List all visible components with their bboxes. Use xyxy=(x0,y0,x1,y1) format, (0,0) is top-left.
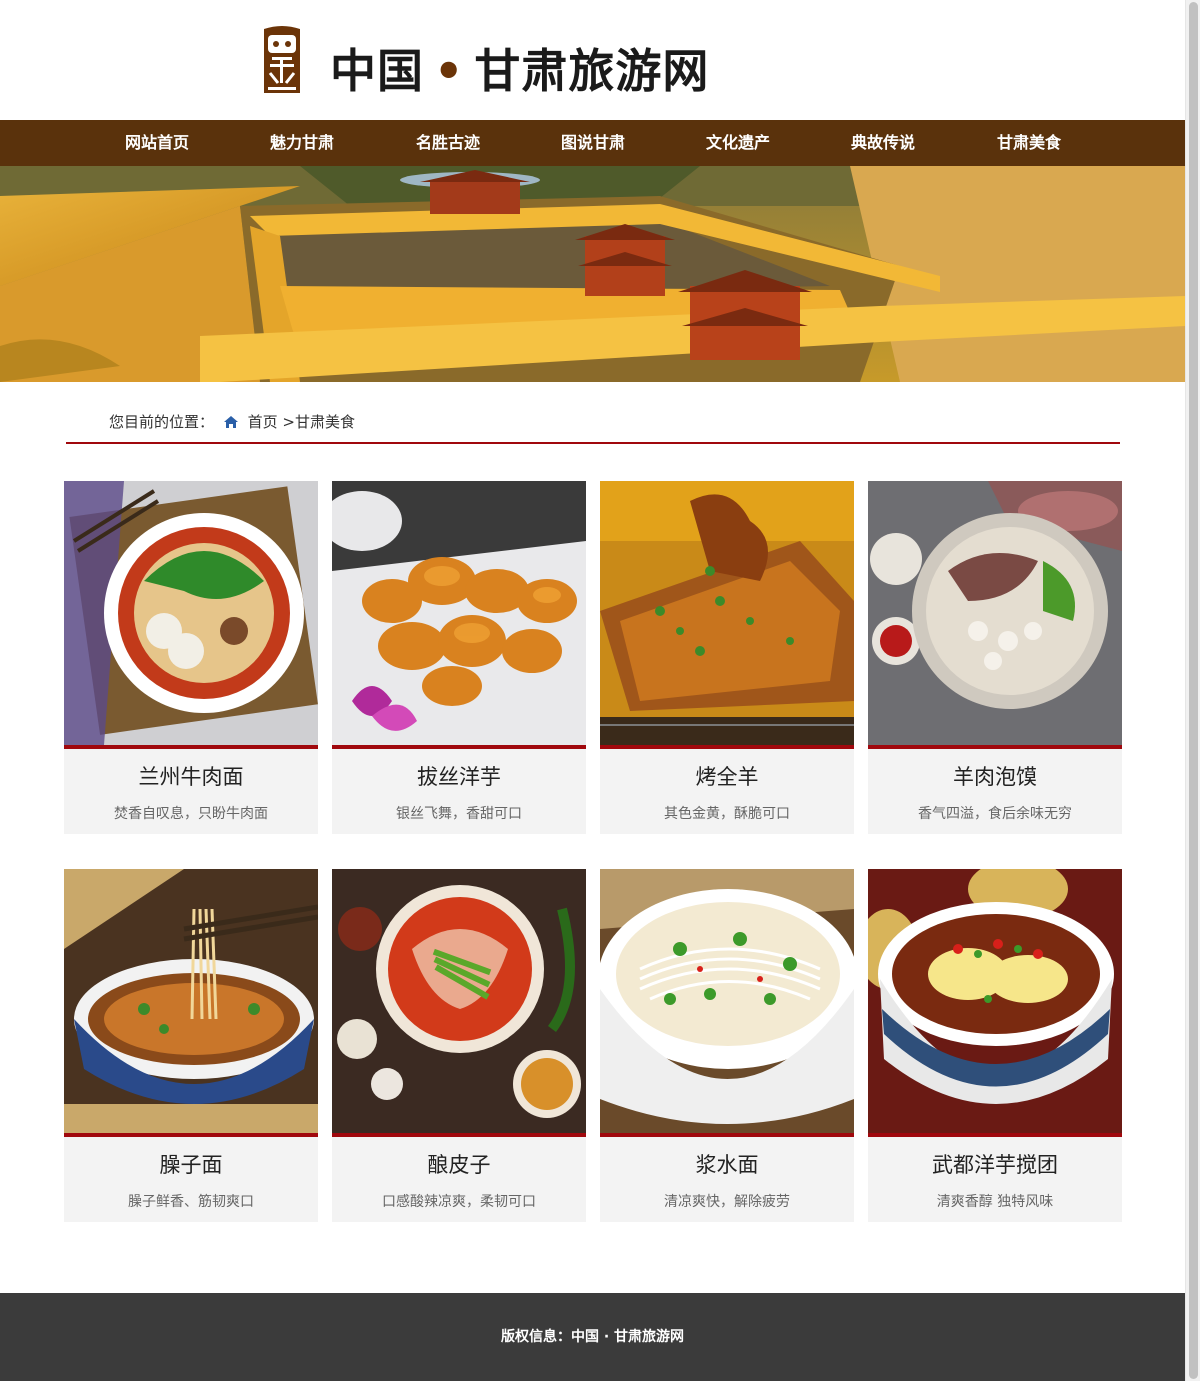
nav-item-home[interactable]: 网站首页 xyxy=(125,120,189,166)
food-name: 烤全羊 xyxy=(695,765,759,789)
breadcrumb-prefix: 您目前的位置： xyxy=(109,413,215,431)
potato-jiaotuan-image xyxy=(868,869,1122,1133)
nav-item-food[interactable]: 甘肃美食 xyxy=(997,120,1061,166)
food-desc: 其色金黄，酥脆可口 xyxy=(664,806,790,822)
vertical-scrollbar[interactable] xyxy=(1185,0,1200,1381)
food-photo-beef-noodle xyxy=(64,481,318,745)
food-card-jiangshui-noodle[interactable]: 浆水面 清凉爽快，解除疲劳 xyxy=(600,869,854,1222)
food-card-wudu-potato-jiaotuan[interactable]: 武都洋芋搅团 清爽香醇 独特风味 xyxy=(868,869,1122,1222)
card-accent-line xyxy=(332,745,586,749)
food-card-beef-noodle[interactable]: 兰州牛肉面 焚香自叹息，只盼牛肉面 xyxy=(64,481,318,834)
site-logo-icon[interactable] xyxy=(258,25,306,97)
food-name: 浆水面 xyxy=(695,1153,759,1177)
roast-lamb-image xyxy=(600,481,854,745)
site-title-left: 中国 xyxy=(330,44,424,98)
food-photo-candied-potato xyxy=(332,481,586,745)
food-card-candied-potato[interactable]: 拔丝洋芋 银丝飞舞，香甜可口 xyxy=(332,481,586,834)
page: 中国 • 甘肃旅游网 网站首页 魅力甘肃 名胜古迹 图说甘肃 文化遗产 典故传说 甘… xyxy=(0,0,1185,1381)
food-card-mutton-pao-mo[interactable]: 羊肉泡馍 香气四溢，食后余味无穷 xyxy=(868,481,1122,834)
food-desc: 清爽香醇 独特风味 xyxy=(936,1194,1054,1210)
food-photo-niangpizi xyxy=(332,869,586,1133)
breadcrumb: 您目前的位置： 首页 >甘肃美食 xyxy=(109,411,355,433)
food-photo-roast-lamb xyxy=(600,481,854,745)
home-icon xyxy=(223,416,238,428)
food-desc: 焚香自叹息，只盼牛肉面 xyxy=(114,806,268,822)
card-accent-line xyxy=(64,745,318,749)
food-name: 羊肉泡馍 xyxy=(953,765,1037,789)
site-title-dot: • xyxy=(434,44,465,98)
food-card-niangpizi[interactable]: 酿皮子 口感酸辣凉爽，柔韧可口 xyxy=(332,869,586,1222)
breadcrumb-current[interactable]: 甘肃美食 xyxy=(295,413,355,431)
candied-potato-image xyxy=(332,481,586,745)
site-header: 中国 • 甘肃旅游网 xyxy=(0,0,1185,120)
breadcrumb-home-link[interactable]: 首页 xyxy=(248,413,278,431)
food-photo-jiangshui-noodle xyxy=(600,869,854,1133)
food-desc: 口感酸辣凉爽，柔韧可口 xyxy=(382,1194,536,1210)
niangpizi-image xyxy=(332,869,586,1133)
breadcrumb-divider xyxy=(66,442,1120,444)
main-nav: 网站首页 魅力甘肃 名胜古迹 图说甘肃 文化遗产 典故传说 甘肃美食 xyxy=(0,120,1185,166)
card-accent-line xyxy=(868,1133,1122,1137)
jiangshui-noodle-image xyxy=(600,869,854,1133)
copyright-text: 版权信息：中国 · 甘肃旅游网 xyxy=(500,1329,685,1345)
beef-noodle-image xyxy=(64,481,318,745)
food-card-roast-lamb[interactable]: 烤全羊 其色金黄，酥脆可口 xyxy=(600,481,854,834)
food-card-saozi-noodle[interactable]: 臊子面 臊子鲜香、筋韧爽口 xyxy=(64,869,318,1222)
nav-item-charm[interactable]: 魅力甘肃 xyxy=(270,120,334,166)
card-accent-line xyxy=(868,745,1122,749)
site-title: 中国 • 甘肃旅游网 xyxy=(330,40,709,102)
nav-item-heritage[interactable]: 文化遗产 xyxy=(706,120,770,166)
food-desc: 臊子鲜香、筋韧爽口 xyxy=(128,1194,254,1210)
card-accent-line xyxy=(64,1133,318,1137)
food-name: 拔丝洋芋 xyxy=(417,765,501,789)
banner-image xyxy=(0,166,1185,382)
nav-item-scenic[interactable]: 名胜古迹 xyxy=(416,120,480,166)
food-name: 兰州牛肉面 xyxy=(138,765,244,789)
scrollbar-thumb[interactable] xyxy=(1189,2,1198,1379)
food-name: 臊子面 xyxy=(159,1153,223,1177)
food-name: 武都洋芋搅团 xyxy=(932,1153,1058,1177)
breadcrumb-separator: > xyxy=(282,413,295,431)
jiayuguan-fortress-illustration xyxy=(0,166,1185,382)
nav-item-legends[interactable]: 典故传说 xyxy=(851,120,915,166)
mutton-pao-mo-image xyxy=(868,481,1122,745)
food-photo-wudu-potato-jiaotuan xyxy=(868,869,1122,1133)
card-accent-line xyxy=(600,1133,854,1137)
food-desc: 香气四溢，食后余味无穷 xyxy=(918,806,1072,822)
food-desc: 清凉爽快，解除疲劳 xyxy=(664,1194,790,1210)
food-name: 酿皮子 xyxy=(427,1153,491,1177)
saozi-noodle-image xyxy=(64,869,318,1133)
food-desc: 银丝飞舞，香甜可口 xyxy=(396,806,522,822)
card-accent-line xyxy=(332,1133,586,1137)
site-footer: 版权信息：中国 · 甘肃旅游网 xyxy=(0,1293,1185,1381)
nav-item-gallery[interactable]: 图说甘肃 xyxy=(561,120,625,166)
site-title-right: 甘肃旅游网 xyxy=(474,44,710,98)
card-accent-line xyxy=(600,745,854,749)
food-photo-saozi-noodle xyxy=(64,869,318,1133)
food-photo-mutton-pao-mo xyxy=(868,481,1122,745)
